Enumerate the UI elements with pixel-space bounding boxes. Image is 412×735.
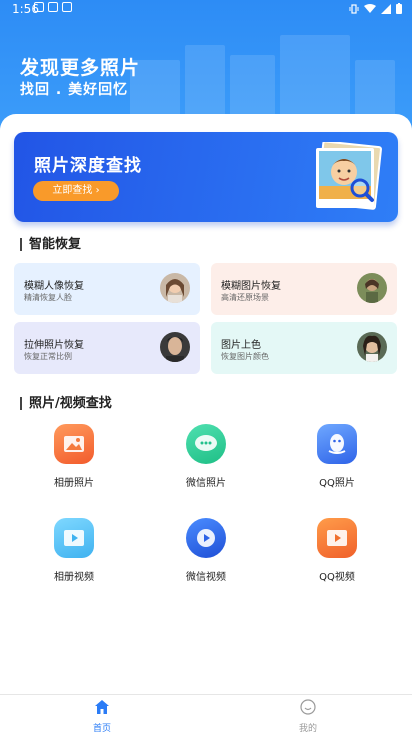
card-title: 拉伸照片恢复	[24, 340, 84, 351]
deep-search-banner[interactable]: 照片深度查找 立即查找 ›	[14, 132, 398, 222]
card-portrait-recovery[interactable]: 模糊人像恢复 精清恢复人脸	[14, 263, 200, 315]
system-icons	[349, 3, 402, 14]
notification-icon	[48, 2, 58, 12]
tile-qq-photo[interactable]: QQ照片	[297, 424, 377, 489]
hero-headline: 发现更多照片	[20, 57, 141, 79]
tile-label: 微信照片	[186, 478, 226, 489]
wechat-photo-icon	[186, 424, 226, 464]
photo-search-illustration	[316, 142, 382, 210]
wechat-video-icon	[186, 518, 226, 558]
building-decoration	[185, 45, 225, 120]
tile-label: 相册照片	[54, 478, 94, 489]
tile-qq-video[interactable]: QQ视频	[297, 518, 377, 583]
tab-me[interactable]: 我的	[268, 699, 348, 734]
album-photo-icon	[54, 424, 94, 464]
search-now-button[interactable]: 立即查找 ›	[33, 181, 119, 201]
home-icon	[95, 700, 109, 714]
tab-label: 首页	[92, 724, 111, 734]
bottom-tab-bar: 首页 我的	[0, 694, 412, 735]
tab-home[interactable]: 首页	[62, 699, 142, 734]
card-colorize[interactable]: 图片上色 恢复图片颜色	[211, 322, 397, 374]
tile-album-photo[interactable]: 相册照片	[34, 424, 114, 489]
notification-icon	[34, 2, 44, 12]
card-stretch-recovery[interactable]: 拉伸照片恢复 恢复正常比例	[14, 322, 200, 374]
card-title: 模糊图片恢复	[221, 281, 281, 292]
card-subtitle: 精清恢复人脸	[24, 293, 72, 302]
tile-label: 微信视频	[186, 572, 226, 583]
qq-video-icon	[317, 518, 357, 558]
banner-title: 照片深度查找	[34, 156, 142, 176]
portrait-avatar	[160, 273, 190, 303]
section-title-photo-video-search: 照片/视频查找	[20, 397, 112, 410]
wifi-icon	[364, 3, 376, 13]
landscape-avatar	[357, 273, 387, 303]
card-title: 模糊人像恢复	[24, 281, 84, 292]
tile-album-video[interactable]: 相册视频	[34, 518, 114, 583]
card-subtitle: 恢复正常比例	[24, 352, 72, 361]
hero-subhead: 找回 . 美好回忆	[20, 82, 129, 98]
tile-label: QQ照片	[319, 478, 355, 489]
building-decoration	[280, 35, 350, 120]
signal-icon	[381, 3, 391, 14]
tile-label: 相册视频	[54, 572, 94, 583]
colorized-avatar	[357, 332, 387, 362]
stretched-face-avatar	[160, 332, 190, 362]
tile-wechat-photo[interactable]: 微信照片	[166, 424, 246, 489]
notification-icon	[62, 2, 72, 12]
album-video-icon	[54, 518, 94, 558]
tile-wechat-video[interactable]: 微信视频	[166, 518, 246, 583]
card-image-recovery[interactable]: 模糊图片恢复 高清还原场景	[211, 263, 397, 315]
building-decoration	[230, 55, 275, 120]
battery-icon	[396, 3, 402, 14]
card-subtitle: 恢复图片颜色	[221, 352, 269, 361]
card-subtitle: 高清还原场景	[221, 293, 269, 302]
card-title: 图片上色	[221, 340, 261, 351]
qq-photo-icon	[317, 424, 357, 464]
status-bar: 1:56	[0, 0, 412, 18]
smiley-icon	[300, 699, 316, 715]
building-decoration	[355, 60, 395, 120]
vibrate-icon	[349, 3, 359, 14]
tile-label: QQ视频	[319, 572, 355, 583]
tab-label: 我的	[298, 724, 317, 734]
section-title-smart-recovery: 智能恢复	[20, 238, 81, 251]
notification-icons	[34, 2, 72, 12]
